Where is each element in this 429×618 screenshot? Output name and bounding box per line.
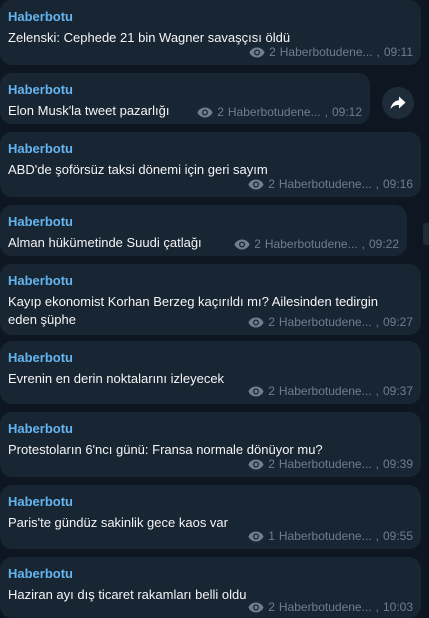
- eye-icon: [249, 47, 265, 57]
- message-sender[interactable]: Haberbotu: [8, 214, 73, 230]
- message-sender[interactable]: Haberbotu: [8, 494, 73, 510]
- share-arrow-icon: [390, 96, 406, 110]
- view-count: 2: [254, 237, 261, 251]
- message-bubble[interactable]: Haberbotu Alman hükümetinde Suudi çatlağ…: [0, 205, 407, 256]
- channel-signature: Haberbotudene...: [278, 600, 372, 614]
- message-time: 09:22: [368, 237, 399, 251]
- view-count: 2: [268, 600, 275, 614]
- message-text: ABD'de şoförsüz taksi dönemi için geri s…: [8, 162, 268, 177]
- channel-signature: Haberbotudene...: [227, 105, 321, 119]
- message-meta: 2 Haberbotudene..., 09:12: [197, 104, 362, 120]
- message-text: Haziran ayı dış ticaret rakamları belli …: [8, 587, 247, 602]
- channel-signature: Haberbotudene...: [278, 177, 372, 191]
- message-meta: 1 Haberbotudene..., 09:55: [248, 528, 413, 544]
- eye-icon: [234, 239, 250, 249]
- message-bubble[interactable]: Haberbotu Zelenski: Cephede 21 bin Wagne…: [0, 0, 421, 65]
- message-text: Elon Musk'la tweet pazarlığı: [8, 103, 170, 118]
- message-meta: 2 Haberbotudene..., 09:11: [249, 44, 413, 60]
- view-count: 2: [268, 177, 275, 191]
- message-time: 09:11: [383, 45, 413, 59]
- channel-signature: Haberbotudene...: [279, 45, 373, 59]
- eye-icon: [197, 107, 213, 117]
- message-time: 09:37: [382, 384, 413, 398]
- message-text: Zelenski: Cephede 21 bin Wagner savaşçıs…: [8, 30, 291, 45]
- eye-icon: [248, 317, 264, 327]
- channel-signature: Haberbotudene...: [278, 384, 372, 398]
- message-meta: 2 Haberbotudene..., 09:22: [234, 236, 399, 252]
- message-sender[interactable]: Haberbotu: [8, 421, 73, 437]
- message-meta: 2 Haberbotudene..., 09:37: [248, 383, 413, 399]
- message-time: 09:27: [382, 315, 413, 329]
- view-count: 1: [268, 529, 275, 543]
- view-count: 2: [217, 105, 224, 119]
- message-sender[interactable]: Haberbotu: [8, 141, 73, 157]
- message-time: 09:55: [382, 529, 413, 543]
- channel-signature: Haberbotudene...: [278, 457, 372, 471]
- message-meta: 2 Haberbotudene..., 10:03: [248, 599, 413, 615]
- view-count: 2: [268, 315, 275, 329]
- message-sender[interactable]: Haberbotu: [8, 9, 73, 25]
- view-count: 2: [268, 457, 275, 471]
- share-button[interactable]: [382, 87, 414, 119]
- eye-icon: [248, 531, 264, 541]
- message-feed[interactable]: Haberbotu Zelenski: Cephede 21 bin Wagne…: [0, 0, 429, 618]
- message-bubble[interactable]: Haberbotu ABD'de şoförsüz taksi dönemi i…: [0, 132, 421, 197]
- message-bubble[interactable]: Haberbotu Protestoların 6'ncı günü: Fran…: [0, 412, 421, 477]
- channel-signature: Haberbotudene...: [278, 529, 372, 543]
- message-time: 09:39: [382, 457, 413, 471]
- message-bubble[interactable]: Haberbotu Haziran ayı dış ticaret rakaml…: [0, 557, 421, 618]
- message-sender[interactable]: Haberbotu: [8, 350, 73, 366]
- message-bubble[interactable]: Haberbotu Kayıp ekonomist Korhan Berzeg …: [0, 264, 421, 335]
- view-count: 2: [269, 45, 276, 59]
- message-meta: 2 Haberbotudene..., 09:16: [248, 176, 413, 192]
- message-sender[interactable]: Haberbotu: [8, 566, 73, 582]
- message-meta: 2 Haberbotudene..., 09:27: [248, 314, 413, 330]
- message-sender[interactable]: Haberbotu: [8, 273, 73, 289]
- message-sender[interactable]: Haberbotu: [8, 82, 73, 98]
- message-time: 10:03: [382, 600, 413, 614]
- message-bubble[interactable]: Haberbotu Elon Musk'la tweet pazarlığı 2…: [0, 73, 370, 124]
- message-text: Evrenin en derin noktalarını izleyecek: [8, 371, 225, 386]
- view-count: 2: [268, 384, 275, 398]
- message-bubble[interactable]: Haberbotu Evrenin en derin noktalarını i…: [0, 341, 421, 404]
- eye-icon: [248, 602, 264, 612]
- message-meta: 2 Haberbotudene..., 09:39: [248, 456, 413, 472]
- channel-signature: Haberbotudene...: [278, 315, 372, 329]
- message-text: Paris'te gündüz sakinlik gece kaos var: [8, 515, 228, 530]
- message-bubble[interactable]: Haberbotu Paris'te gündüz sakinlik gece …: [0, 485, 421, 549]
- message-time: 09:12: [331, 105, 362, 119]
- eye-icon: [248, 459, 264, 469]
- share-button-partial[interactable]: [423, 223, 429, 245]
- eye-icon: [248, 179, 264, 189]
- eye-icon: [248, 386, 264, 396]
- message-time: 09:16: [382, 177, 413, 191]
- channel-signature: Haberbotudene...: [264, 237, 358, 251]
- message-text: Alman hükümetinde Suudi çatlağı: [8, 235, 202, 250]
